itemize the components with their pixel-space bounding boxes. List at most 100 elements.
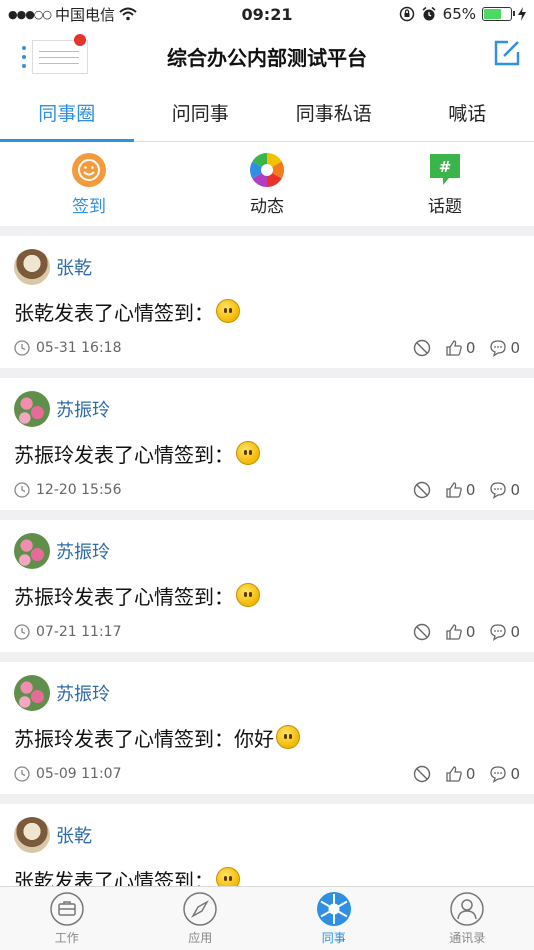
- compass-icon: [183, 892, 217, 926]
- navigation-bar: 综合办公内部测试平台: [0, 28, 534, 84]
- tab-private-message[interactable]: 同事私语: [267, 84, 401, 141]
- post-text: 张乾发表了心情签到：: [14, 868, 214, 887]
- like-count: 0: [465, 339, 476, 357]
- tab-colleague-circle[interactable]: 同事圈: [0, 84, 134, 142]
- tongue-emoji-icon: [236, 441, 260, 465]
- status-time: 09:21: [241, 4, 293, 24]
- post-text: 苏振玲发表了心情签到：: [14, 584, 234, 609]
- comment-count: 0: [510, 481, 520, 499]
- post-author[interactable]: 苏振玲: [56, 680, 110, 706]
- block-icon[interactable]: [413, 765, 431, 783]
- thumbs-up-icon: [446, 340, 462, 356]
- subcat-feed-label: 动态: [250, 196, 284, 217]
- menu-dots-icon: [22, 46, 26, 73]
- like-button[interactable]: 0: [445, 765, 476, 783]
- wifi-icon: [119, 7, 137, 21]
- subcat-checkin-label: 签到: [72, 196, 106, 217]
- avatar[interactable]: [14, 249, 50, 285]
- tab-shout[interactable]: 喊话: [401, 84, 534, 141]
- smile-emoji-icon: [236, 583, 260, 607]
- feed-post[interactable]: 苏振玲 苏振玲发表了心情签到： 12-20 15:56 0 0: [0, 378, 534, 510]
- menu-button[interactable]: [16, 34, 92, 78]
- comment-icon: [490, 340, 507, 357]
- bottom-tab-bar: 工作 应用 同事 通讯录: [0, 886, 534, 950]
- battery-percent: 65%: [442, 5, 476, 23]
- block-icon[interactable]: [413, 623, 431, 641]
- feed-list: 张乾 张乾发表了心情签到： 05-31 16:18 0 0 苏振玲 苏振玲发表了…: [0, 236, 534, 886]
- post-author[interactable]: 苏振玲: [56, 396, 110, 422]
- tabbar-apps-label: 应用: [188, 931, 213, 945]
- alarm-icon: [422, 6, 436, 21]
- battery-icon: [482, 7, 515, 21]
- comment-button[interactable]: 0: [489, 339, 520, 357]
- aperture-icon: [316, 892, 351, 926]
- avatar[interactable]: [14, 533, 50, 569]
- post-author[interactable]: 苏振玲: [56, 538, 110, 564]
- post-time: 12-20 15:56: [36, 482, 122, 498]
- comment-button[interactable]: 0: [489, 623, 520, 641]
- post-text: 苏振玲发表了心情签到：你好: [14, 726, 274, 751]
- avatar[interactable]: [14, 817, 50, 853]
- clock-icon: [14, 482, 30, 498]
- tabbar-work-label: 工作: [54, 931, 79, 945]
- smile-emoji-icon: [276, 725, 300, 749]
- post-time: 05-09 11:07: [36, 766, 122, 782]
- clock-icon: [14, 624, 30, 640]
- smile-checkin-icon: [72, 152, 106, 187]
- comment-icon: [490, 624, 507, 641]
- post-time: 05-31 16:18: [36, 340, 122, 356]
- block-icon[interactable]: [413, 481, 431, 499]
- feed-post[interactable]: 苏振玲 苏振玲发表了心情签到： 07-21 11:17 0 0: [0, 520, 534, 652]
- post-text: 张乾发表了心情签到：: [14, 300, 214, 325]
- thumbs-up-icon: [446, 766, 462, 782]
- compose-button[interactable]: [492, 38, 522, 68]
- like-button[interactable]: 0: [445, 623, 476, 641]
- block-icon[interactable]: [413, 339, 431, 357]
- top-tabs: 同事圈 问同事 同事私语 喊话: [0, 84, 534, 142]
- like-count: 0: [465, 623, 476, 641]
- thumbs-up-icon: [446, 482, 462, 498]
- contact-icon: [450, 892, 484, 926]
- feed-post[interactable]: 张乾 张乾发表了心情签到： 05-31 16:18 0 0: [0, 236, 534, 368]
- page-title: 综合办公内部测试平台: [167, 45, 367, 70]
- tabbar-apps[interactable]: 应用: [134, 887, 268, 950]
- avatar[interactable]: [14, 391, 50, 427]
- status-bar: ●●●○○ 中国电信 09:21 65%: [0, 0, 534, 28]
- post-time: 07-21 11:17: [36, 624, 122, 640]
- briefcase-icon: [50, 892, 84, 926]
- clock-icon: [14, 766, 30, 782]
- like-button[interactable]: 0: [445, 481, 476, 499]
- feed-post[interactable]: 张乾 张乾发表了心情签到：: [0, 804, 534, 886]
- avatar[interactable]: [14, 675, 50, 711]
- like-count: 0: [465, 481, 476, 499]
- subcat-feed[interactable]: 动态: [178, 142, 356, 226]
- rotation-lock-icon: [399, 6, 414, 22]
- post-author[interactable]: 张乾: [56, 822, 92, 848]
- tab-ask-colleague[interactable]: 问同事: [134, 84, 268, 141]
- svg-text:#: #: [439, 158, 452, 176]
- tabbar-work[interactable]: 工作: [0, 887, 134, 950]
- comment-count: 0: [510, 339, 520, 357]
- comment-count: 0: [510, 765, 520, 783]
- compose-icon: [494, 40, 520, 66]
- tabbar-colleagues[interactable]: 同事: [267, 887, 401, 950]
- comment-button[interactable]: 0: [489, 765, 520, 783]
- like-button[interactable]: 0: [445, 339, 476, 357]
- smile-emoji-icon: [216, 299, 240, 323]
- comment-button[interactable]: 0: [489, 481, 520, 499]
- thumbs-up-icon: [446, 624, 462, 640]
- comment-icon: [490, 482, 507, 499]
- notification-dot: [74, 34, 86, 46]
- tabbar-contacts[interactable]: 通讯录: [401, 887, 534, 950]
- feed-post[interactable]: 苏振玲 苏振玲发表了心情签到：你好 05-09 11:07 0 0: [0, 662, 534, 794]
- comment-count: 0: [510, 623, 520, 641]
- subcategory-bar: 签到 动态 # 话题: [0, 142, 534, 226]
- smile-emoji-icon: [216, 867, 240, 886]
- post-text: 苏振玲发表了心情签到：: [14, 442, 234, 467]
- post-author[interactable]: 张乾: [56, 254, 92, 280]
- carrier-label: 中国电信: [55, 5, 116, 24]
- subcat-checkin[interactable]: 签到: [0, 142, 178, 226]
- comment-icon: [490, 766, 507, 783]
- subcat-topic[interactable]: # 话题: [356, 142, 534, 226]
- like-count: 0: [465, 765, 476, 783]
